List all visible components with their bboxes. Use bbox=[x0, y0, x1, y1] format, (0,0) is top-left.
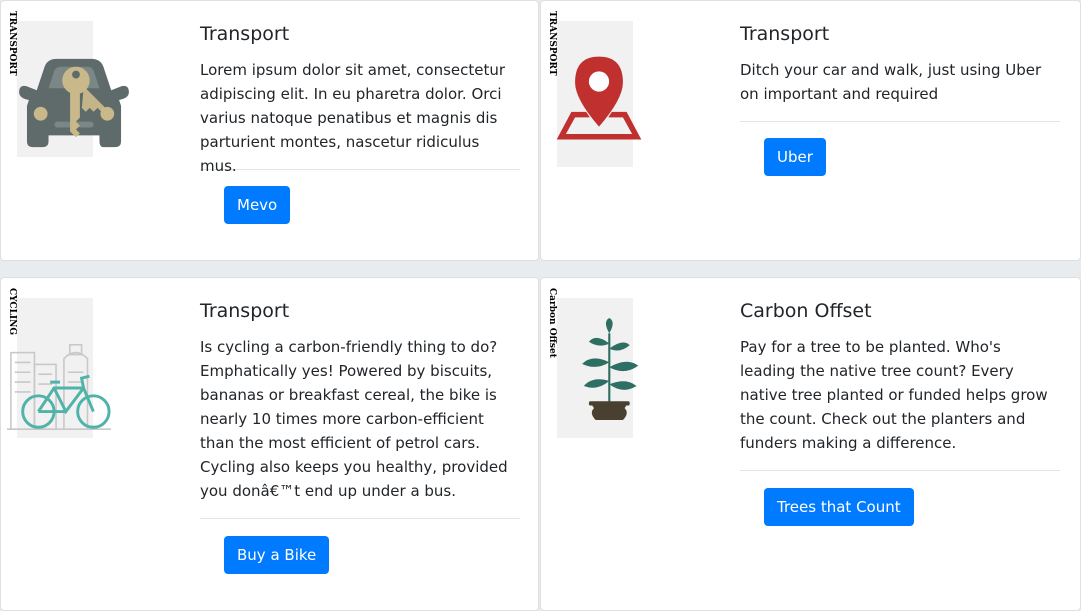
car-key-icon bbox=[19, 58, 129, 148]
card-transport-mevo: TRANSPORT Transport Lorem ipsum dolor si… bbox=[0, 0, 539, 261]
card-side-label: Carbon Offset bbox=[547, 288, 557, 358]
buy-a-bike-button[interactable]: Buy a Bike bbox=[224, 536, 330, 574]
card-divider bbox=[200, 169, 520, 170]
card-body: Transport Ditch your car and walk, just … bbox=[740, 21, 1060, 106]
card-side-label: CYCLING bbox=[7, 288, 17, 336]
card-title: Carbon Offset bbox=[740, 300, 872, 322]
card-text: Is cycling a carbon-friendly thing to do… bbox=[200, 338, 508, 500]
card-transport-cycling: CYCLING Transport Is cycling a carbon-fr… bbox=[0, 277, 539, 611]
potted-plant-icon bbox=[582, 318, 639, 420]
card-body: Transport Lorem ipsum dolor sit amet, co… bbox=[200, 21, 520, 178]
map-pin-icon bbox=[556, 56, 642, 140]
card-divider bbox=[740, 121, 1060, 122]
card-text: Lorem ipsum dolor sit amet, consectetur … bbox=[200, 61, 506, 175]
card-body: Transport Is cycling a carbon-friendly t… bbox=[200, 298, 520, 503]
card-divider bbox=[200, 518, 520, 519]
card-title: Transport bbox=[200, 23, 290, 45]
bicycle-city-icon bbox=[6, 343, 112, 431]
card-transport-uber: TRANSPORT Transport Ditch your car and w… bbox=[540, 0, 1081, 261]
card-text: Ditch your car and walk, just using Uber… bbox=[740, 61, 1042, 103]
uber-button[interactable]: Uber bbox=[764, 138, 826, 176]
card-title: Transport bbox=[740, 23, 830, 45]
card-text: Pay for a tree to be planted. Who's lead… bbox=[740, 338, 1048, 452]
trees-that-count-button[interactable]: Trees that Count bbox=[764, 488, 914, 526]
card-title: Transport bbox=[200, 300, 290, 322]
card-body: Carbon Offset Pay for a tree to be plant… bbox=[740, 298, 1060, 455]
mevo-button[interactable]: Mevo bbox=[224, 186, 291, 224]
card-divider bbox=[740, 470, 1060, 471]
card-carbon-offset: Carbon Offset Carbon Offset Pay for a tr… bbox=[540, 277, 1081, 611]
